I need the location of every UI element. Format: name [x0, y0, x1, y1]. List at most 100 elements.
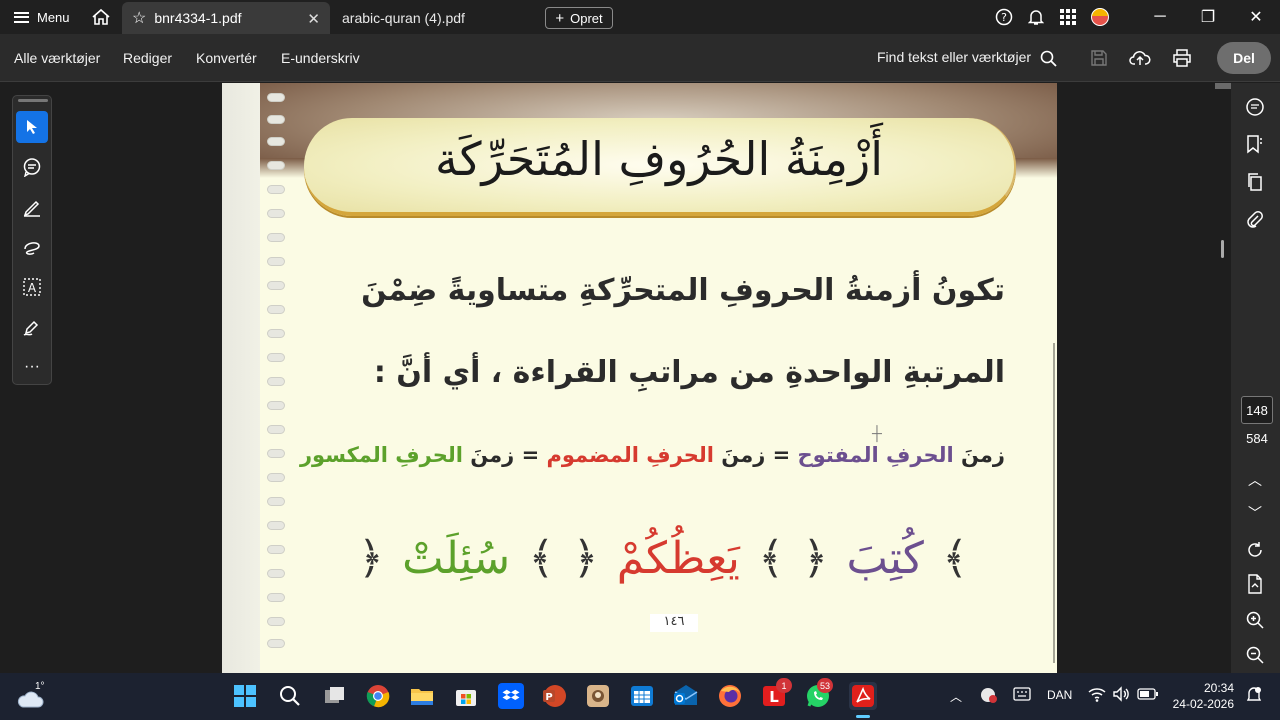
bell-icon[interactable] — [1020, 0, 1052, 34]
copy-pages-icon — [1248, 173, 1262, 191]
menu-button[interactable]: Menu — [0, 0, 84, 34]
profile-avatar[interactable] — [1084, 0, 1116, 34]
cloud-upload-icon[interactable] — [1128, 46, 1152, 70]
battery-icon[interactable] — [1137, 688, 1159, 703]
clock-date: 24-02-2026 — [1172, 697, 1234, 711]
spiral-ring — [267, 209, 285, 218]
new-tab-button[interactable]: + Opret — [545, 7, 613, 29]
vertical-scrollbar[interactable] — [1215, 83, 1231, 673]
acrobat-icon — [852, 685, 874, 707]
calculator-app[interactable] — [628, 682, 656, 710]
outlook-app[interactable] — [672, 682, 700, 710]
scrollbar-top-thumb[interactable] — [1215, 83, 1231, 89]
zoom-out-button[interactable] — [1241, 641, 1269, 669]
title-banner: أَزْمِنَةُ الحُرُوفِ المُتَحَرِّكَة — [304, 118, 1016, 216]
example-word: سُئِلَتْ — [402, 532, 511, 584]
page-binding-strip — [222, 83, 260, 673]
main-toolbar: Alle værktøjer Rediger Konvertér E-under… — [0, 34, 1280, 82]
svg-text:?: ? — [1001, 11, 1007, 24]
ai-assistant-button[interactable] — [1241, 93, 1269, 121]
apps-grid-icon[interactable] — [1052, 0, 1084, 34]
language-indicator[interactable]: DAN — [1047, 688, 1072, 702]
home-button[interactable] — [88, 6, 114, 28]
restore-button[interactable]: ❐ — [1184, 0, 1232, 34]
close-window-button[interactable]: ✕ — [1232, 0, 1280, 34]
panel-grip[interactable] — [18, 99, 48, 102]
volume-icon[interactable] — [1112, 686, 1130, 705]
new-tab-label: Opret — [570, 10, 603, 26]
minimize-button[interactable]: ─ — [1136, 0, 1184, 34]
draw-tool-button[interactable] — [16, 231, 48, 263]
equation-part: الحرفِ — [387, 443, 463, 467]
comment-tool-button[interactable] — [16, 151, 48, 183]
spiral-ring — [267, 545, 285, 554]
start-button[interactable] — [231, 682, 259, 710]
save-icon[interactable] — [1087, 46, 1111, 70]
star-icon[interactable]: ☆ — [132, 8, 146, 28]
microsoft-store-app[interactable] — [452, 682, 480, 710]
search-button[interactable] — [276, 682, 304, 710]
spiral-ring — [267, 449, 285, 458]
pages-button[interactable] — [1241, 168, 1269, 196]
attachments-button[interactable] — [1241, 206, 1269, 234]
share-button[interactable]: Del — [1217, 42, 1271, 74]
equation-part: الحرفِ — [878, 443, 954, 467]
keyboard-tray-icon[interactable] — [1013, 687, 1031, 704]
page-tools-button[interactable] — [1241, 570, 1269, 598]
folder-icon — [411, 689, 433, 705]
firefox-app[interactable] — [716, 682, 744, 710]
photo-app[interactable] — [584, 682, 612, 710]
all-tools-menu[interactable]: Alle værktøjer — [14, 50, 100, 66]
system-clock[interactable]: 20:34 24-02-2026 — [1172, 680, 1234, 712]
next-page-button[interactable]: ﹀ — [1241, 499, 1269, 527]
previous-page-button[interactable]: ︿ — [1241, 466, 1269, 494]
current-page-input[interactable]: 148 — [1241, 396, 1273, 424]
chevron-up-icon: ︿ — [950, 690, 963, 704]
security-tray-icon[interactable] — [980, 686, 998, 707]
rotate-button[interactable] — [1241, 536, 1269, 564]
example-word: كُتِبَ — [846, 532, 924, 584]
paperclip-icon — [1247, 211, 1263, 228]
tab-label: arabic-quran (4).pdf — [342, 10, 465, 26]
dropbox-app[interactable] — [497, 682, 525, 710]
tab-bnr4334[interactable]: ☆ bnr4334-1.pdf ✕ — [122, 2, 330, 34]
file-explorer-app[interactable] — [408, 682, 436, 710]
tab-arabic-quran[interactable]: arabic-quran (4).pdf — [332, 2, 532, 34]
help-icon[interactable]: ? — [988, 0, 1020, 34]
powerpoint-app[interactable]: P — [540, 682, 568, 710]
close-tab-icon[interactable]: ✕ — [307, 10, 320, 28]
dropbox-icon — [498, 683, 524, 709]
search-icon[interactable] — [1036, 46, 1060, 70]
equation-line: زمنَ الحرفِ المفتوح = زمنَ الحرفِ المضمو… — [300, 443, 1005, 467]
more-tools-button[interactable]: ··· — [16, 351, 48, 383]
acrobat-app[interactable] — [849, 682, 877, 710]
ellipsis-icon: ··· — [24, 358, 40, 375]
chrome-app[interactable] — [364, 682, 392, 710]
text-tool-button[interactable]: A — [16, 271, 48, 303]
zoom-out-icon — [1246, 646, 1264, 664]
spiral-ring — [267, 305, 285, 314]
spiral-ring — [267, 425, 285, 434]
notifications-button[interactable] — [1246, 686, 1262, 707]
scrollbar-thumb[interactable] — [1221, 240, 1224, 258]
convert-menu[interactable]: Konvertér — [196, 50, 257, 66]
image-viewer-icon — [587, 685, 609, 707]
svg-text:A: A — [28, 281, 37, 295]
show-hidden-icons-button[interactable]: ︿ — [950, 688, 962, 705]
wifi-icon[interactable] — [1088, 686, 1106, 705]
outlook-icon — [674, 685, 698, 705]
sign-tool-button[interactable] — [16, 311, 48, 343]
cursor-arrow-icon — [27, 120, 37, 134]
esign-menu[interactable]: E-underskriv — [281, 50, 360, 66]
zoom-in-button[interactable] — [1241, 606, 1269, 634]
pdf-page[interactable]: أَزْمِنَةُ الحُرُوفِ المُتَحَرِّكَة تكون… — [222, 83, 1057, 673]
highlight-tool-button[interactable] — [16, 191, 48, 223]
edit-menu[interactable]: Rediger — [123, 50, 172, 66]
select-tool-button[interactable] — [16, 111, 48, 143]
ai-chat-icon — [1246, 98, 1264, 116]
find-tools-search[interactable]: Find tekst eller værktøjer — [877, 49, 1031, 65]
crosshair-cursor-icon: ┼ — [872, 425, 882, 441]
bookmarks-button[interactable] — [1241, 130, 1269, 158]
task-view-button[interactable] — [321, 682, 349, 710]
print-icon[interactable] — [1170, 46, 1194, 70]
